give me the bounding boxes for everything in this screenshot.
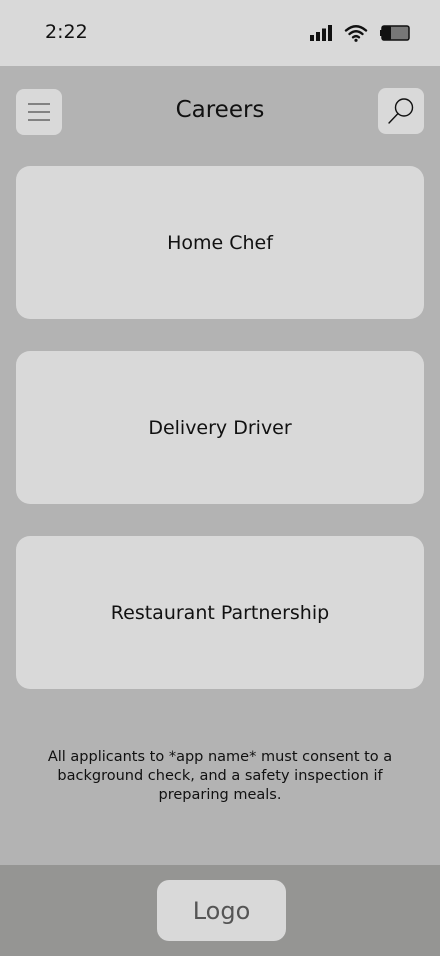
battery-icon — [380, 25, 410, 41]
career-card-home-chef[interactable]: Home Chef — [16, 166, 424, 319]
logo-button[interactable]: Logo — [157, 880, 286, 941]
search-button[interactable] — [378, 88, 424, 134]
status-bar: 2:22 — [0, 0, 440, 66]
search-icon — [388, 98, 414, 124]
wifi-icon — [344, 25, 368, 42]
logo-label: Logo — [192, 896, 251, 925]
disclaimer-text: All applicants to *app name* must consen… — [47, 749, 393, 803]
status-time: 2:22 — [45, 21, 88, 43]
status-icons — [310, 22, 410, 44]
header: Careers — [0, 66, 440, 158]
career-card-label: Restaurant Partnership — [110, 601, 330, 624]
career-card-restaurant-partnership[interactable]: Restaurant Partnership — [16, 536, 424, 689]
career-card-label: Delivery Driver — [148, 416, 292, 439]
career-card-delivery-driver[interactable]: Delivery Driver — [16, 351, 424, 504]
page-title: Careers — [175, 97, 265, 123]
signal-icon — [310, 25, 332, 41]
footer: Logo — [0, 865, 440, 956]
career-card-label: Home Chef — [167, 231, 273, 254]
